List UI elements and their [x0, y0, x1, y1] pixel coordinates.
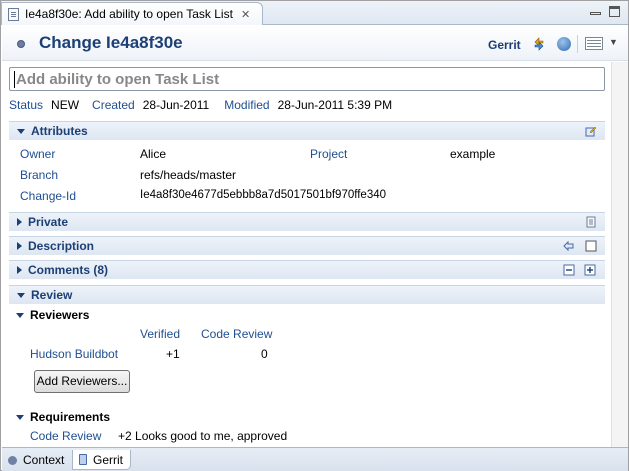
- text-caret: [14, 71, 15, 88]
- status-label: Status: [9, 98, 44, 112]
- collapsed-twistie-icon[interactable]: [17, 266, 22, 274]
- requirement-code-review-label: Code Review: [30, 429, 102, 443]
- collapse-all-icon[interactable]: [563, 264, 575, 276]
- project-label: Project: [310, 147, 348, 161]
- change-id-label: Change-Id: [20, 189, 77, 203]
- expanded-twistie-icon[interactable]: [17, 292, 25, 298]
- private-title: Private: [28, 215, 69, 229]
- review-title: Review: [31, 288, 73, 302]
- chevron-down-icon[interactable]: ▼: [609, 37, 618, 47]
- description-section-header[interactable]: Description: [9, 236, 605, 255]
- tab-gerrit-label: Gerrit: [93, 452, 123, 467]
- expanded-twistie-icon[interactable]: [16, 313, 24, 318]
- owner-label: Owner: [20, 147, 56, 161]
- reviewers-title: Reviewers: [30, 308, 90, 322]
- verified-column-header: Verified: [140, 327, 181, 341]
- created-value: 28-Jun-2011: [142, 98, 210, 112]
- expanded-twistie-icon[interactable]: [17, 128, 25, 134]
- comments-title: Comments (8): [28, 263, 109, 277]
- project-value: example: [450, 147, 496, 161]
- edit-attributes-icon[interactable]: [585, 125, 597, 137]
- toolbar-separator: [577, 35, 578, 53]
- editor-tab-title: Ie4a8f30e: Add ability to open Task List: [25, 7, 233, 21]
- status-value: NEW: [51, 98, 80, 112]
- branch-label: Branch: [20, 168, 59, 182]
- tab-context-label: Context: [23, 453, 65, 467]
- expanded-twistie-icon[interactable]: [16, 415, 24, 420]
- open-in-browser-icon[interactable]: [557, 37, 571, 51]
- notepad-icon[interactable]: [585, 216, 597, 228]
- attributes-section-header[interactable]: Attributes: [9, 121, 605, 140]
- maximize-editor-icon[interactable]: [585, 240, 597, 252]
- attributes-title: Attributes: [31, 124, 88, 138]
- owner-value: Alice: [140, 147, 167, 161]
- context-icon: [8, 455, 17, 465]
- summary-field[interactable]: Add ability to open Task List: [9, 67, 605, 91]
- page-title: Change Ie4a8f30e: [39, 33, 183, 52]
- collapsed-twistie-icon[interactable]: [17, 218, 22, 226]
- change-status-icon: [17, 40, 25, 48]
- repository-brand-label: Gerrit: [488, 38, 521, 52]
- collapsed-twistie-icon[interactable]: [17, 242, 22, 250]
- status-line: Status NEW Created 28-Jun-2011 Modified …: [9, 98, 392, 112]
- reviewer-verified-value: +1: [166, 347, 180, 361]
- editor-tab-strip: Ie4a8f30e: Add ability to open Task List…: [1, 1, 628, 25]
- reviewer-name[interactable]: Hudson Buildbot: [30, 347, 118, 361]
- gerrit-icon: [79, 454, 87, 465]
- editor-header: Change Ie4a8f30e Gerrit ▼: [2, 26, 628, 61]
- tab-gerrit[interactable]: Gerrit: [72, 450, 131, 470]
- modified-label: Modified: [224, 98, 270, 112]
- summary-text: Add ability to open Task List: [16, 71, 220, 88]
- minimize-icon[interactable]: [590, 12, 601, 15]
- task-document-icon: [8, 7, 19, 21]
- expand-all-icon[interactable]: [584, 264, 596, 276]
- vertical-scrollbar[interactable]: [611, 62, 628, 447]
- description-title: Description: [28, 239, 95, 253]
- code-review-column-header: Code Review: [201, 327, 273, 341]
- change-id-value: Ie4a8f30e4677d5ebbb8a7d5017501bf970ffe34…: [140, 189, 387, 201]
- branch-value: refs/heads/master: [140, 168, 237, 182]
- editor-tab[interactable]: Ie4a8f30e: Add ability to open Task List…: [1, 2, 263, 25]
- modified-value: 28-Jun-2011 5:39 PM: [277, 98, 393, 112]
- reply-icon[interactable]: [563, 240, 575, 252]
- window-controls: [590, 6, 620, 17]
- created-label: Created: [92, 98, 135, 112]
- view-menu-icon[interactable]: [585, 37, 603, 50]
- editor-window: Ie4a8f30e: Add ability to open Task List…: [0, 0, 629, 471]
- synchronize-icon[interactable]: [532, 37, 546, 51]
- requirement-code-review-value: +2 Looks good to me, approved: [118, 429, 288, 443]
- private-section-header[interactable]: Private: [9, 212, 605, 231]
- bottom-tab-strip: Context Gerrit: [2, 447, 628, 471]
- requirements-title: Requirements: [30, 410, 111, 424]
- add-reviewers-button[interactable]: Add Reviewers...: [34, 370, 130, 393]
- reviewer-code-review-value: 0: [261, 347, 268, 361]
- review-section-header[interactable]: Review: [9, 285, 605, 304]
- tab-context[interactable]: Context: [8, 450, 64, 470]
- maximize-icon[interactable]: [609, 6, 620, 17]
- comments-section-header[interactable]: Comments (8): [9, 260, 605, 279]
- close-icon[interactable]: ✕: [241, 8, 250, 21]
